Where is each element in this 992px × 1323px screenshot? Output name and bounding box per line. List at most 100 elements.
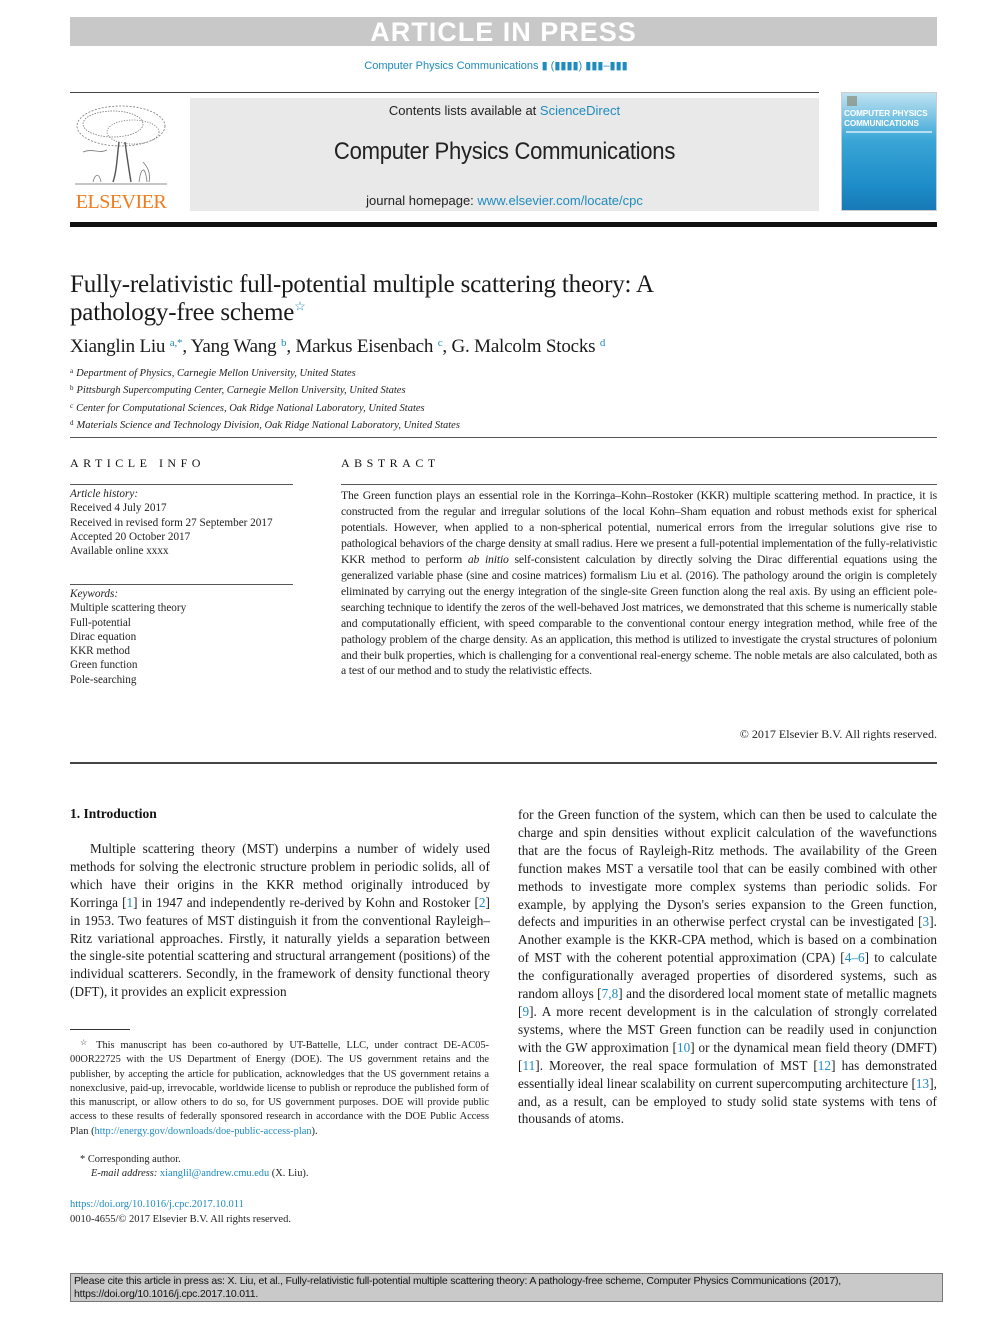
header-thick-rule bbox=[70, 222, 937, 227]
cover-subtitle-bar bbox=[846, 131, 932, 133]
cover-title-line2: COMMUNICATIONS bbox=[844, 119, 919, 128]
history-received: Received 4 July 2017 bbox=[70, 502, 167, 515]
affiliation-text: Materials Science and Technology Divisio… bbox=[76, 419, 460, 431]
article-title: Fully-relativistic full-potential multip… bbox=[70, 271, 770, 327]
journal-header-box: Contents lists available at ScienceDirec… bbox=[190, 98, 819, 211]
doi-link[interactable]: https://doi.org/10.1016/j.cpc.2017.10.01… bbox=[70, 1198, 291, 1213]
article-history-heading: Article history: bbox=[70, 488, 139, 500]
email-label: E-mail address: bbox=[91, 1168, 158, 1180]
corresponding-mark: * bbox=[80, 1154, 86, 1165]
history-accepted: Accepted 20 October 2017 bbox=[70, 530, 191, 543]
title-line1: Fully-relativistic full-potential multip… bbox=[70, 271, 654, 298]
elsevier-logo[interactable]: ELSEVIER bbox=[70, 100, 172, 213]
title-line2: pathology-free scheme bbox=[70, 299, 295, 326]
intro-left-column: Multiple scattering theory (MST) underpi… bbox=[70, 840, 490, 1001]
journal-cover-thumbnail[interactable]: COMPUTER PHYSICS COMMUNICATIONS bbox=[841, 92, 937, 211]
elsevier-tree-icon bbox=[75, 105, 167, 185]
cover-title: COMPUTER PHYSICS COMMUNICATIONS bbox=[844, 109, 936, 129]
funding-end: ). bbox=[311, 1125, 318, 1137]
keyword-item: Multiple scattering theory bbox=[70, 602, 187, 615]
citation-ref-link[interactable]: 4–6 bbox=[845, 950, 865, 965]
keyword-item: Green function bbox=[70, 659, 138, 672]
cover-title-line1: COMPUTER PHYSICS bbox=[844, 109, 928, 118]
affiliation-label: d bbox=[70, 418, 74, 427]
keyword-item: KKR method bbox=[70, 645, 130, 658]
citation-ref-link[interactable]: 7,8 bbox=[602, 986, 619, 1001]
article-info-rule bbox=[70, 484, 293, 485]
elsevier-wordmark: ELSEVIER bbox=[75, 191, 167, 213]
affiliation-label: a bbox=[70, 367, 74, 375]
author-4-affiliation-mark[interactable]: d bbox=[600, 337, 606, 349]
corresponding-text: Corresponding author. bbox=[87, 1154, 181, 1165]
keywords-heading: Keywords: bbox=[70, 588, 119, 600]
author-1-affiliation-mark[interactable]: a,* bbox=[170, 337, 183, 349]
author-4-name[interactable]: G. Malcolm Stocks bbox=[452, 336, 596, 357]
header-divider bbox=[70, 92, 819, 93]
affiliation-text: Department of Physics, Carnegie Mellon U… bbox=[76, 368, 356, 379]
article-info-heading: ARTICLE INFO bbox=[70, 456, 205, 470]
author-1-name[interactable]: Xianglin Liu bbox=[70, 336, 165, 357]
issn-copyright: 0010-4655/© 2017 Elsevier B.V. All right… bbox=[70, 1213, 291, 1225]
funding-text: This manuscript has been co-authored by … bbox=[70, 1040, 489, 1137]
abstract-copyright: © 2017 Elsevier B.V. All rights reserved… bbox=[739, 727, 937, 741]
footnote-star-icon: ☆ bbox=[80, 1038, 91, 1047]
keyword-item: Pole-searching bbox=[70, 673, 137, 686]
funding-footnote: ☆ This manuscript has been co-authored b… bbox=[70, 1036, 489, 1139]
affiliation-text: Pittsburgh Supercomputing Center, Carneg… bbox=[76, 385, 406, 397]
affiliation-text: Center for Computational Sciences, Oak R… bbox=[76, 402, 425, 414]
affiliation-label: c bbox=[70, 401, 74, 410]
history-revised: Received in revised form 27 September 20… bbox=[70, 516, 273, 529]
doe-access-plan-link[interactable]: http://energy.gov/downloads/doe-public-a… bbox=[95, 1126, 312, 1137]
sciencedirect-link[interactable]: ScienceDirect bbox=[540, 103, 620, 118]
contents-line: Contents lists available at ScienceDirec… bbox=[190, 103, 819, 118]
author-separator: , bbox=[442, 336, 452, 357]
citation-ref-link[interactable]: 10 bbox=[677, 1040, 690, 1055]
author-list: Xianglin Liu a,*, Yang Wang b, Markus Ei… bbox=[70, 336, 770, 358]
citation-ref-link[interactable]: 2 bbox=[479, 895, 486, 910]
author-email-link[interactable]: xianglil@andrew.cmu.edu bbox=[160, 1168, 269, 1179]
abstract-part2: self-consistent calculation by directly … bbox=[341, 552, 938, 678]
affiliation-item: a Department of Physics, Carnegie Mellon … bbox=[70, 364, 770, 381]
section-heading-introduction: 1. Introduction bbox=[70, 806, 157, 821]
author-2-name[interactable]: Yang Wang bbox=[191, 336, 277, 357]
title-note-star-icon[interactable]: ☆ bbox=[294, 299, 306, 314]
citation-box: Please cite this article in press as: X.… bbox=[70, 1273, 943, 1302]
body-text: for the Green function of the system, wh… bbox=[518, 807, 937, 930]
abstract-text: The Green function plays an essential ro… bbox=[341, 488, 937, 679]
keyword-item: Dirac equation bbox=[70, 630, 137, 643]
affiliation-label: b bbox=[70, 384, 74, 393]
body-text: ] in 1953. Two features of MST distingui… bbox=[70, 894, 490, 1000]
contents-prefix: Contents lists available at bbox=[388, 103, 540, 118]
journal-homepage-link[interactable]: www.elsevier.com/locate/cpc bbox=[477, 193, 642, 208]
abstract-italic: ab initio bbox=[467, 552, 509, 566]
affiliation-list: a Department of Physics, Carnegie Mellon … bbox=[70, 364, 770, 433]
history-online: Available online xxxx bbox=[70, 545, 169, 558]
keywords: Keywords: Multiple scattering theory Ful… bbox=[70, 587, 300, 687]
footnote-rule bbox=[70, 1029, 130, 1030]
abstract-heading: ABSTRACT bbox=[341, 456, 440, 470]
affiliation-item: b Pittsburgh Supercomputing Center, Carne… bbox=[70, 381, 770, 398]
citation-ref-link[interactable]: 13 bbox=[916, 1076, 929, 1091]
affiliation-item: c Center for Computational Sciences, Oak … bbox=[70, 399, 770, 416]
homepage-prefix: journal homepage: bbox=[366, 193, 478, 208]
citation-ref-link[interactable]: 12 bbox=[818, 1058, 831, 1073]
citation-ref-link[interactable]: 11 bbox=[522, 1058, 535, 1073]
keyword-item: Full-potential bbox=[70, 616, 131, 629]
article-in-press-banner: ARTICLE IN PRESS bbox=[70, 17, 937, 47]
body-text: ]. Moreover, the real space formulation … bbox=[535, 1057, 818, 1073]
doi-block: https://doi.org/10.1016/j.cpc.2017.10.01… bbox=[70, 1198, 291, 1227]
article-history: Article history: Received 4 July 2017 Re… bbox=[70, 487, 300, 558]
abstract-rule bbox=[341, 484, 937, 485]
journal-reference-link[interactable]: Computer Physics Communications ▮ (▮▮▮▮)… bbox=[0, 59, 992, 72]
divider-above-info bbox=[70, 437, 937, 438]
author-3-name[interactable]: Markus Eisenbach bbox=[295, 336, 433, 357]
email-suffix: (X. Liu). bbox=[269, 1168, 309, 1180]
divider-below-abstract bbox=[70, 762, 937, 764]
author-separator: , bbox=[182, 336, 191, 357]
body-text: ] in 1947 and independently re-derived b… bbox=[133, 894, 479, 910]
corresponding-author-note: * Corresponding author. E-mail address: … bbox=[80, 1153, 308, 1182]
keywords-rule bbox=[70, 584, 293, 585]
intro-right-column: for the Green function of the system, wh… bbox=[518, 806, 937, 1128]
homepage-line: journal homepage: www.elsevier.com/locat… bbox=[190, 193, 819, 208]
affiliation-item: d Materials Science and Technology Divisi… bbox=[70, 416, 770, 433]
